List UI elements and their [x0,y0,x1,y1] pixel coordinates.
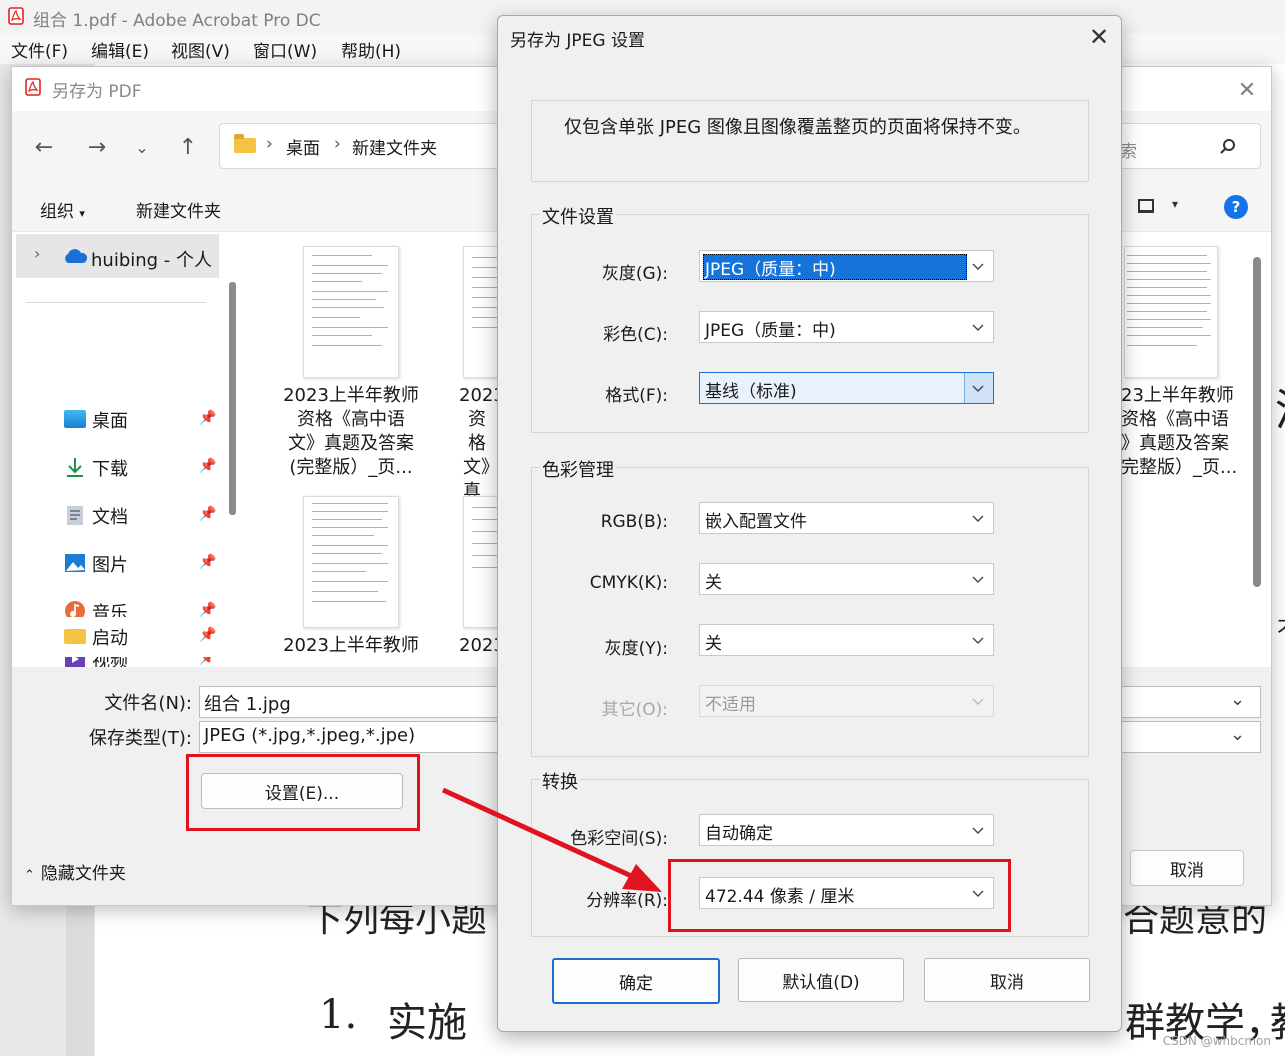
annotation-arrow-icon [441,787,662,892]
watermark: CSDN @whbcmon [1162,1034,1271,1048]
